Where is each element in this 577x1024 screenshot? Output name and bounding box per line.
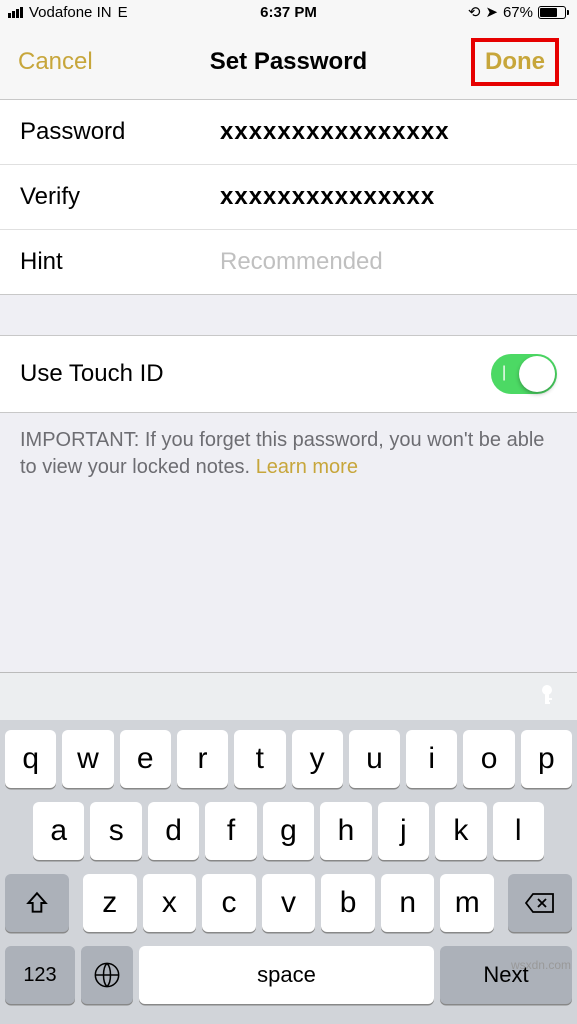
key-l[interactable]: l (493, 802, 544, 860)
verify-field[interactable]: xxxxxxxxxxxxxxx (220, 183, 557, 211)
numbers-key[interactable]: 123 (5, 946, 75, 1004)
keyboard-toolbar (0, 672, 577, 720)
important-notice: IMPORTANT: If you forget this password, … (0, 413, 577, 495)
key-s[interactable]: s (90, 802, 141, 860)
space-key[interactable]: space (139, 946, 434, 1004)
key-v[interactable]: v (262, 874, 316, 932)
keyboard-row-3: zxcvbnm (5, 874, 572, 932)
key-u[interactable]: u (349, 730, 400, 788)
learn-more-link[interactable]: Learn more (256, 456, 358, 478)
keyboard: qwertyuiop asdfghjkl zxcvbnm 123 space N… (0, 672, 577, 1024)
key-o[interactable]: o (463, 730, 514, 788)
battery-percentage: 67% (503, 4, 533, 21)
password-label: Password (20, 118, 220, 146)
key-j[interactable]: j (378, 802, 429, 860)
key-b[interactable]: b (321, 874, 375, 932)
signal-icon (8, 7, 23, 18)
key-q[interactable]: q (5, 730, 56, 788)
key-t[interactable]: t (234, 730, 285, 788)
status-time: 6:37 PM (260, 4, 317, 21)
key-m[interactable]: m (440, 874, 494, 932)
key-i[interactable]: i (406, 730, 457, 788)
key-c[interactable]: c (202, 874, 256, 932)
key-n[interactable]: n (381, 874, 435, 932)
hint-field[interactable]: Recommended (220, 248, 557, 276)
key-f[interactable]: f (205, 802, 256, 860)
key-h[interactable]: h (320, 802, 371, 860)
key-g[interactable]: g (263, 802, 314, 860)
password-key-icon[interactable] (535, 682, 559, 711)
done-button[interactable]: Done (471, 38, 559, 86)
key-p[interactable]: p (521, 730, 572, 788)
page-title: Set Password (210, 48, 367, 76)
status-bar: Vodafone IN E 6:37 PM ⟲ ➤ 67% (0, 0, 577, 24)
cancel-button[interactable]: Cancel (18, 48, 93, 76)
password-form: Password xxxxxxxxxxxxxxxx Verify xxxxxxx… (0, 100, 577, 295)
hint-label: Hint (20, 248, 220, 276)
key-e[interactable]: e (120, 730, 171, 788)
battery-icon (538, 6, 569, 19)
key-r[interactable]: r (177, 730, 228, 788)
shift-key[interactable] (5, 874, 69, 932)
key-x[interactable]: x (143, 874, 197, 932)
carrier-label: Vodafone IN (29, 4, 112, 21)
keyboard-row-4: 123 space Next (5, 946, 572, 1004)
keyboard-row-2: asdfghjkl (5, 802, 572, 860)
nav-bar: Cancel Set Password Done (0, 24, 577, 100)
key-z[interactable]: z (83, 874, 137, 932)
lock-rotation-icon: ⟲ (468, 3, 481, 21)
backspace-key[interactable] (508, 874, 572, 932)
touch-id-toggle[interactable]: | (491, 354, 557, 394)
location-icon: ➤ (485, 3, 498, 21)
next-key[interactable]: Next (440, 946, 572, 1004)
verify-label: Verify (20, 183, 220, 211)
network-label: E (118, 4, 128, 21)
keyboard-row-1: qwertyuiop (5, 730, 572, 788)
key-d[interactable]: d (148, 802, 199, 860)
touch-id-label: Use Touch ID (20, 360, 164, 388)
key-y[interactable]: y (292, 730, 343, 788)
key-w[interactable]: w (62, 730, 113, 788)
key-k[interactable]: k (435, 802, 486, 860)
touch-id-row: Use Touch ID | (0, 335, 577, 413)
globe-key[interactable] (81, 946, 133, 1004)
watermark: wsxdn.com (511, 958, 571, 972)
key-a[interactable]: a (33, 802, 84, 860)
password-field[interactable]: xxxxxxxxxxxxxxxx (220, 118, 557, 146)
